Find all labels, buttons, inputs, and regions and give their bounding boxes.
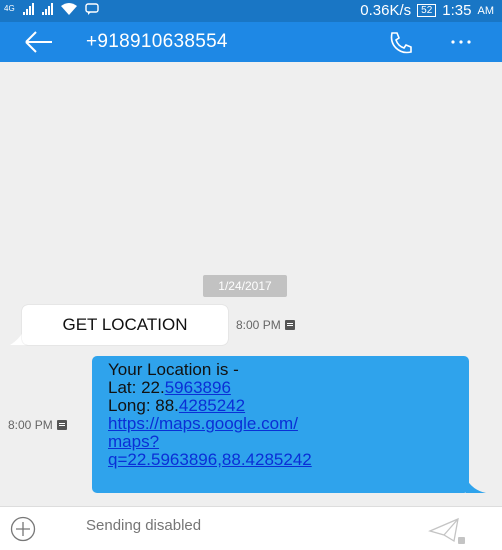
longitude-link[interactable]: 4285242: [179, 396, 245, 415]
more-options-icon: [451, 40, 471, 44]
latitude-link[interactable]: 5963896: [165, 378, 231, 397]
app-bar: +918910638554: [0, 22, 502, 62]
clock: 1:35: [442, 2, 472, 19]
back-arrow-icon: [25, 31, 52, 53]
send-button[interactable]: [428, 517, 468, 545]
latitude-label: Lat: 22.: [108, 378, 165, 397]
status-bar: 4G 0.36K/s 52 1:35 AM: [0, 0, 502, 22]
phone-icon: [390, 32, 412, 54]
attach-button[interactable]: [10, 516, 36, 542]
maps-link[interactable]: https://maps.google.com/: [108, 415, 453, 433]
message-input[interactable]: [86, 517, 386, 534]
network-speed: 0.36K/s: [360, 2, 412, 19]
maps-link-cont[interactable]: maps?: [108, 433, 453, 451]
outgoing-message-bubble[interactable]: Your Location is - Lat: 22.5963896 Long:…: [92, 356, 469, 493]
sim-icon: [284, 320, 295, 330]
message-timestamp: 8:00 PM: [8, 418, 53, 432]
longitude-label: Long: 88.: [108, 396, 179, 415]
battery-icon: 52: [417, 4, 437, 17]
signal-icon-2: [41, 3, 53, 15]
back-button[interactable]: [24, 30, 54, 54]
network-type-label: 4G: [4, 4, 15, 13]
maps-link-query[interactable]: q=22.5963896,88.4285242: [108, 451, 453, 469]
battery-level: 52: [421, 5, 433, 16]
more-options-button[interactable]: [448, 30, 474, 54]
sim-icon: [56, 420, 67, 430]
incoming-message-time: 8:00 PM: [236, 318, 295, 332]
message-line: Your Location is -: [108, 360, 239, 379]
message-thread[interactable]: 1/24/2017 GET LOCATION 8:00 PM 8:00 PM Y…: [0, 62, 502, 506]
incoming-message-bubble[interactable]: GET LOCATION: [22, 305, 228, 345]
wifi-icon: [60, 3, 77, 15]
message-timestamp: 8:00 PM: [236, 318, 281, 332]
outgoing-message-time: 8:00 PM: [8, 418, 67, 432]
chat-notification-icon: [84, 3, 99, 15]
contact-title: +918910638554: [86, 31, 228, 52]
call-button[interactable]: [388, 30, 414, 56]
outgoing-bubble-tail: [466, 478, 486, 493]
signal-icon: [22, 3, 34, 15]
date-separator: 1/24/2017: [203, 275, 287, 297]
clock-ampm: AM: [477, 4, 495, 17]
compose-bar: [0, 506, 502, 550]
send-icon: [428, 517, 465, 544]
plus-circle-icon: [10, 516, 36, 542]
